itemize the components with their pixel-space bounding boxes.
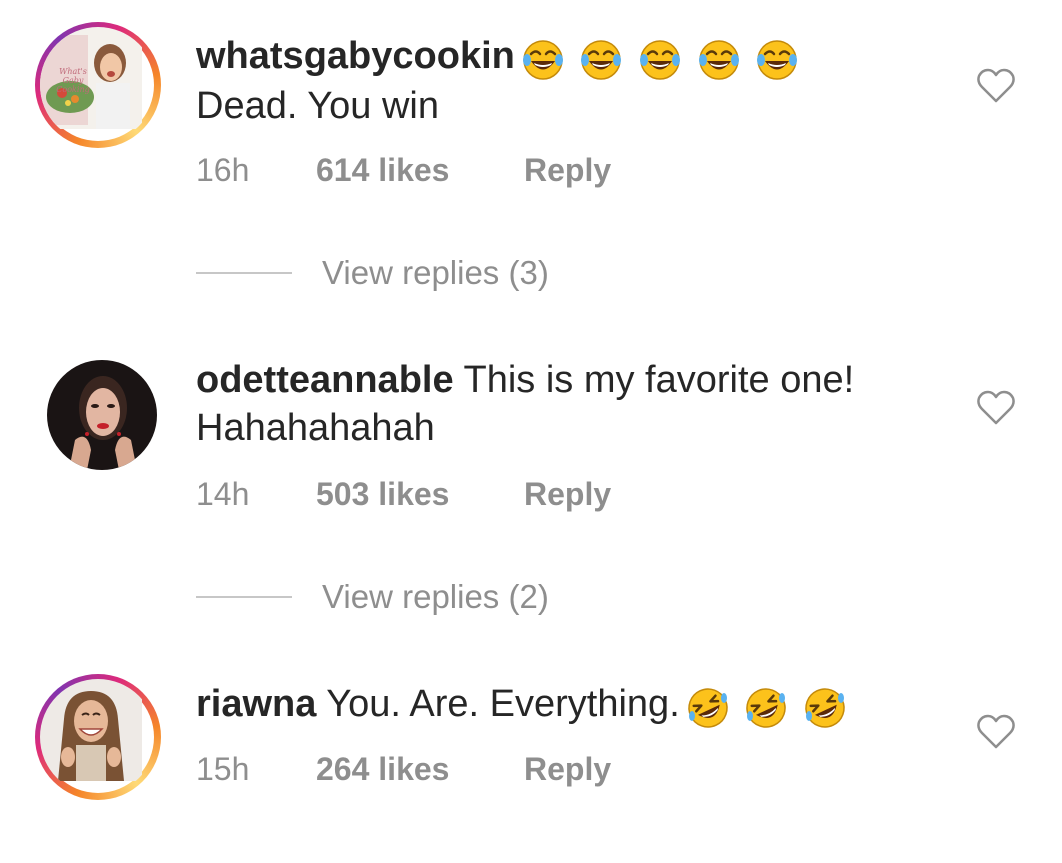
reply-button[interactable]: Reply	[524, 474, 611, 514]
likes-count[interactable]: 503 likes	[316, 474, 449, 514]
avatar[interactable]	[35, 674, 161, 800]
comment-body: odetteannable This is my favorite one! H…	[196, 356, 936, 452]
likes-count[interactable]: 614 likes	[316, 150, 449, 190]
avatar-photo-icon	[40, 679, 142, 781]
avatar-image	[40, 679, 156, 795]
reply-button[interactable]: Reply	[524, 150, 611, 190]
tears-of-joy-emoji-icon	[639, 40, 680, 80]
view-replies-divider	[196, 272, 292, 274]
avatar-book-title: What's Gaby Cooking	[56, 67, 90, 94]
comment-text: You. Are. Everything.	[326, 683, 680, 725]
avatar[interactable]	[47, 360, 157, 470]
emoji-group	[686, 682, 851, 730]
avatar[interactable]: What's Gaby Cooking	[35, 22, 161, 148]
comment-username[interactable]: odetteannable	[196, 359, 454, 401]
emoji-group	[521, 34, 803, 82]
heart-outline-icon[interactable]	[976, 68, 1016, 104]
heart-outline-icon[interactable]	[976, 714, 1016, 750]
tears-of-joy-emoji-icon	[581, 40, 622, 80]
comment-time: 14h	[196, 476, 250, 512]
tears-of-joy-emoji-icon	[757, 40, 798, 80]
rolling-laughing-emoji-icon	[805, 688, 845, 728]
rolling-laughing-emoji-icon	[746, 688, 787, 728]
comment-body: whatsgabycookin Dead. You win	[196, 32, 936, 130]
comment-text: Dead. You win	[196, 84, 439, 127]
tears-of-joy-emoji-icon	[522, 40, 563, 80]
view-replies-label[interactable]: View replies (2)	[322, 577, 549, 617]
tears-of-joy-emoji-icon	[698, 40, 739, 80]
avatar-photo-icon	[47, 360, 157, 470]
reply-button[interactable]: Reply	[524, 749, 611, 789]
avatar-image	[47, 360, 157, 470]
view-replies-label[interactable]: View replies (3)	[322, 253, 549, 293]
rolling-laughing-emoji-icon	[688, 688, 728, 728]
comment-time: 15h	[196, 751, 250, 787]
likes-count[interactable]: 264 likes	[316, 749, 449, 789]
comment-username[interactable]: riawna	[196, 683, 316, 725]
comment-body: riawna You. Are. Everything.	[196, 680, 936, 730]
heart-outline-icon[interactable]	[976, 390, 1016, 426]
view-replies-divider	[196, 596, 292, 598]
comment-time: 16h	[196, 152, 250, 188]
comment-username[interactable]: whatsgabycookin	[196, 35, 515, 77]
